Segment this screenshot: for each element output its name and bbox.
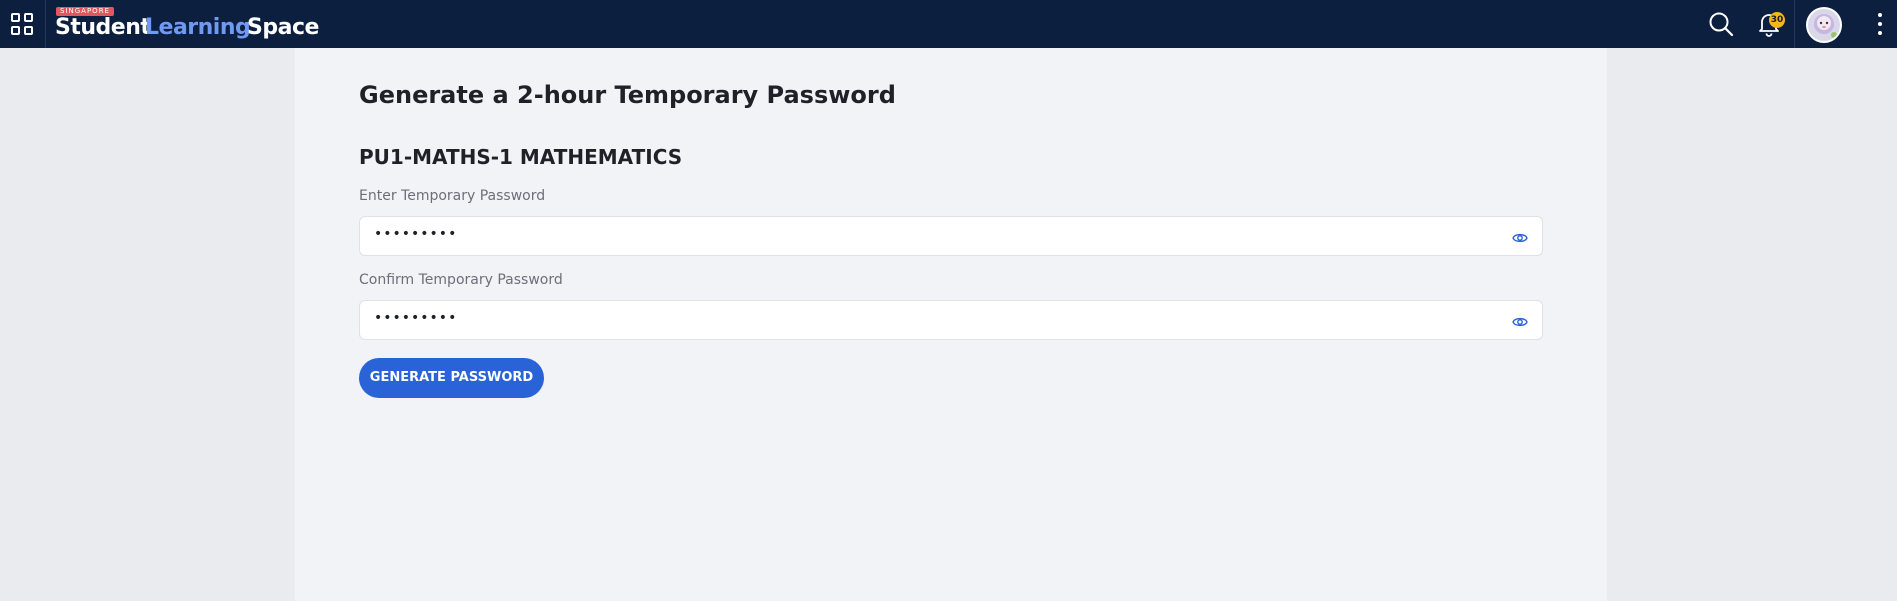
avatar[interactable] <box>1806 7 1842 43</box>
page-title: Generate a 2-hour Temporary Password <box>359 81 896 109</box>
logo-word-learning: Learning <box>145 15 251 40</box>
eye-icon[interactable] <box>1512 314 1528 328</box>
password-value: ••••••••• <box>374 226 458 242</box>
eye-icon[interactable] <box>1512 230 1528 244</box>
password-label: Enter Temporary Password <box>359 188 546 204</box>
header-divider <box>1794 0 1795 48</box>
confirm-password-input[interactable]: ••••••••• <box>359 300 1543 340</box>
generate-password-button[interactable]: GENERATE PASSWORD <box>359 358 544 398</box>
logo-word-student: Student <box>55 15 151 40</box>
class-title: PU1-MATHS-1 MATHEMATICS <box>359 145 683 169</box>
top-bar: SINGAPORE Student Learning Space 30 <box>0 0 1897 48</box>
header-divider <box>45 0 46 48</box>
more-vertical-icon[interactable] <box>1872 11 1888 37</box>
logo-word-space: Space <box>247 15 319 40</box>
confirm-password-value: ••••••••• <box>374 310 458 326</box>
confirm-password-label: Confirm Temporary Password <box>359 272 563 288</box>
notification-badge: 30 <box>1769 12 1785 28</box>
password-input[interactable]: ••••••••• <box>359 216 1543 256</box>
main-panel: Generate a 2-hour Temporary Password PU1… <box>295 48 1607 601</box>
search-icon[interactable] <box>1708 11 1734 37</box>
apps-grid-icon[interactable] <box>11 13 35 37</box>
